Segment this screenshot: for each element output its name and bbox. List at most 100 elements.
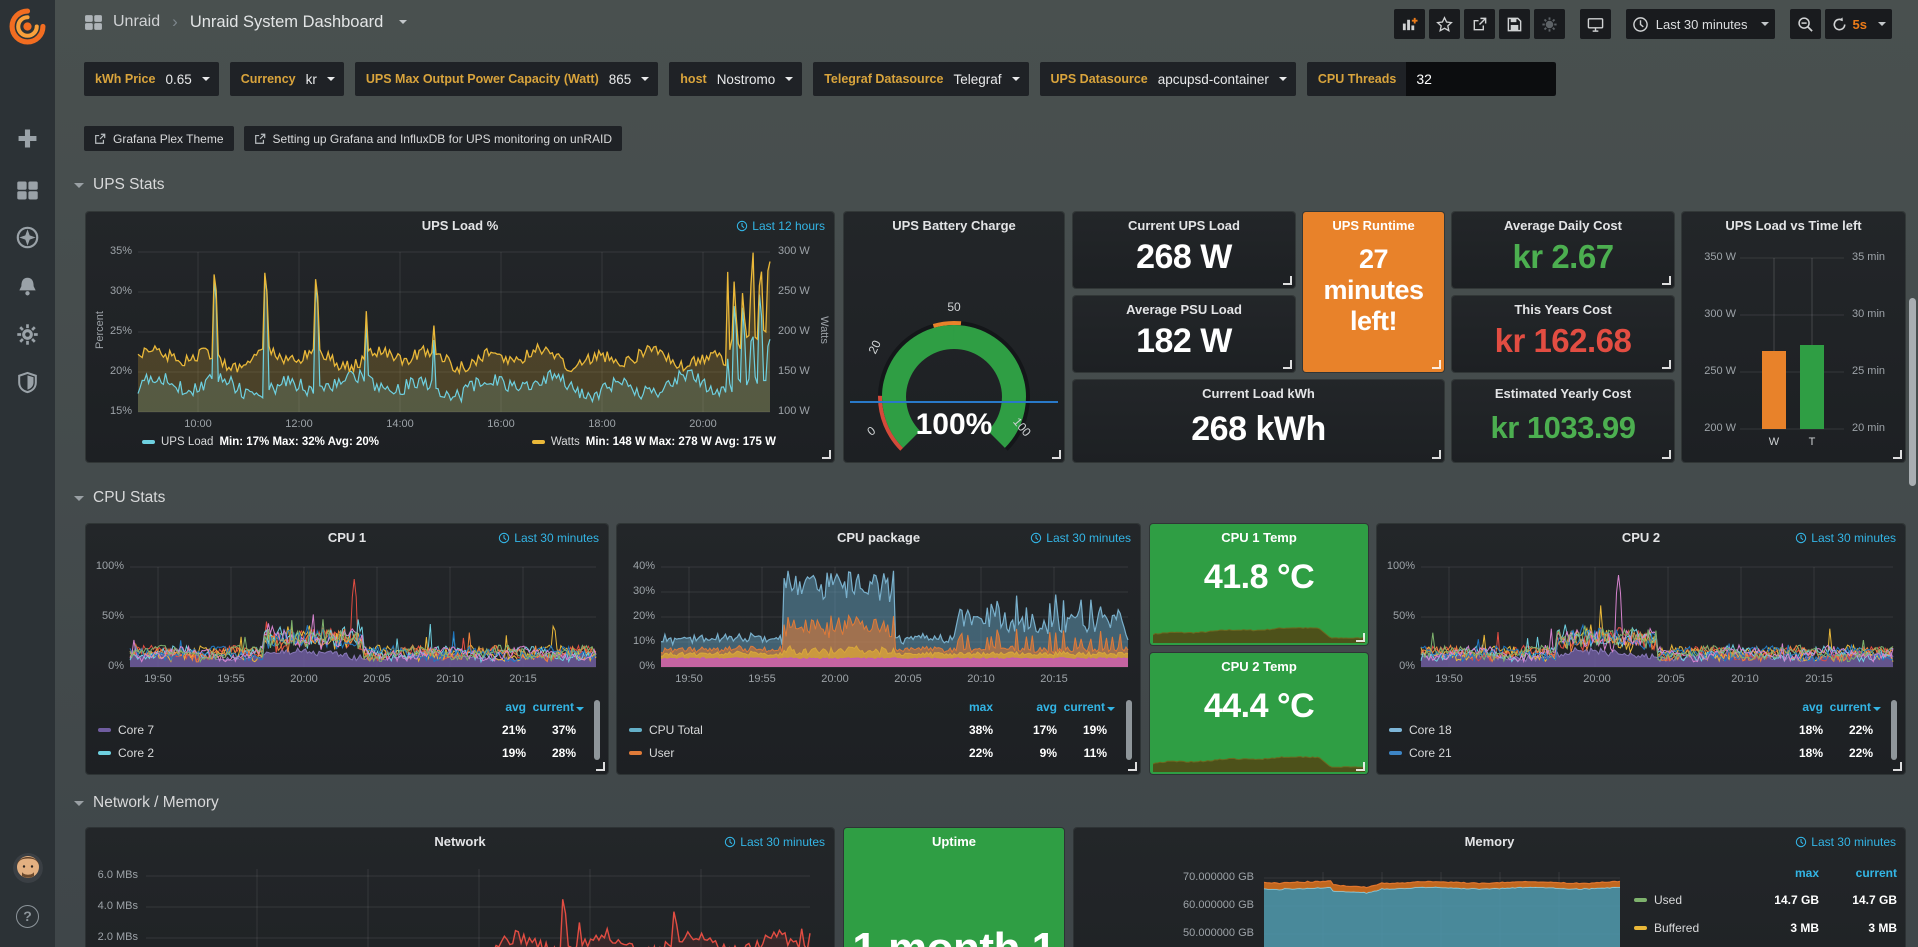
help-icon[interactable]: ?	[16, 905, 39, 928]
alerting-bell-icon[interactable]	[16, 275, 39, 298]
stat-value: 27 minutes left!	[1303, 244, 1444, 337]
add-panel-button[interactable]	[1394, 9, 1425, 39]
x-tick: 19:55	[209, 673, 253, 685]
breadcrumb-folder[interactable]: Unraid	[113, 13, 160, 31]
panel-title[interactable]: UPS Load vs Time left	[1682, 218, 1905, 233]
legend-watts[interactable]: Watts Min: 148 W Max: 278 W Avg: 175 W	[532, 436, 776, 448]
legend-scrollbar[interactable]	[1126, 700, 1132, 760]
panel-time-range[interactable]: Last 30 minutes	[724, 835, 825, 849]
panel-time-range[interactable]: Last 30 minutes	[1030, 531, 1131, 545]
legend-col-current[interactable]: current	[1827, 866, 1897, 880]
panel-title[interactable]: Uptime	[844, 834, 1064, 849]
top-navbar: Unraid › Unraid System Dashboard	[55, 0, 1918, 48]
panel-title[interactable]: This Years Cost	[1452, 302, 1674, 317]
legend-col-avg[interactable]: avg	[476, 700, 526, 714]
configuration-gear-icon[interactable]	[16, 323, 39, 346]
panel-title[interactable]: UPS Battery Charge	[844, 218, 1064, 233]
dashboard-dropdown-caret[interactable]	[399, 20, 407, 24]
section-ups-stats[interactable]: UPS Stats	[74, 176, 165, 194]
legend-ups-load[interactable]: UPS Load Min: 17% Max: 32% Avg: 20%	[142, 436, 379, 448]
panel-time-range[interactable]: Last 30 minutes	[498, 531, 599, 545]
admin-shield-icon[interactable]	[16, 371, 39, 394]
legend-name[interactable]: Core 21	[1409, 746, 1452, 760]
legend-name[interactable]: Buffered	[1654, 921, 1699, 935]
save-button[interactable]	[1499, 9, 1530, 39]
cycle-view-button[interactable]	[1580, 9, 1611, 39]
clock-icon	[1030, 532, 1042, 544]
x-tick: 20:10	[959, 673, 1003, 685]
panel-title[interactable]: UPS Load %	[86, 218, 834, 233]
panel-title[interactable]: Average Daily Cost	[1452, 218, 1674, 233]
legend-col-current[interactable]: current	[1059, 700, 1115, 714]
settings-button[interactable]	[1534, 9, 1565, 39]
zoom-out-button[interactable]	[1790, 9, 1821, 39]
legend-col-avg[interactable]: avg	[1009, 700, 1057, 714]
legend-col-avg[interactable]: avg	[1773, 700, 1823, 714]
cpu-threads-input[interactable]	[1406, 62, 1556, 96]
grafana-logo-icon[interactable]	[9, 8, 46, 45]
link-label: Setting up Grafana and InfluxDB for UPS …	[273, 132, 613, 146]
panel-title[interactable]: Estimated Yearly Cost	[1452, 386, 1674, 401]
variable-host[interactable]: hostNostromo	[669, 62, 802, 96]
legend-avg: 9%	[1009, 746, 1057, 760]
legend-scrollbar[interactable]	[1891, 700, 1897, 760]
x-tick: 20:15	[1797, 673, 1841, 685]
create-icon[interactable]	[16, 127, 39, 150]
legend-name[interactable]: CPU Total	[649, 723, 703, 737]
link-label: Grafana Plex Theme	[113, 132, 224, 146]
section-cpu-stats[interactable]: CPU Stats	[74, 489, 165, 507]
legend-scrollbar[interactable]	[594, 700, 600, 760]
chevron-down-icon	[74, 801, 84, 806]
panel-time-range[interactable]: Last 12 hours	[736, 219, 825, 233]
panel-title[interactable]: CPU 1 Temp	[1150, 530, 1368, 545]
variable-ups-datasource[interactable]: UPS Datasourceapcupsd-container	[1040, 62, 1296, 96]
panel-title[interactable]: Average PSU Load	[1073, 302, 1295, 317]
x-tick: 20:10	[428, 673, 472, 685]
panel-title[interactable]: UPS Runtime	[1303, 218, 1444, 233]
star-button[interactable]	[1429, 9, 1460, 39]
variable-label: host	[669, 72, 716, 86]
legend-col-max[interactable]: max	[947, 700, 993, 714]
dashboards-icon[interactable]	[16, 179, 39, 202]
y-tick-right: 35 min	[1852, 251, 1902, 263]
panel-time-range[interactable]: Last 30 minutes	[1795, 835, 1896, 849]
legend-col-max[interactable]: max	[1759, 866, 1819, 880]
panel-title[interactable]: CPU 2 Temp	[1150, 659, 1368, 674]
variable-label: UPS Max Output Power Capacity (Watt)	[355, 72, 609, 86]
y-tick: 0%	[619, 660, 655, 672]
panel-current-ups-load: Current UPS Load 268 W	[1073, 212, 1295, 288]
y-tick: 100%	[88, 560, 124, 572]
variable-kwh-price[interactable]: kWh Price0.65	[84, 62, 219, 96]
dashboard-grid-icon[interactable]	[84, 13, 103, 32]
variable-ups-max-power[interactable]: UPS Max Output Power Capacity (Watt)865	[355, 62, 658, 96]
legend-name[interactable]: Core 2	[118, 746, 154, 760]
page-title[interactable]: Unraid System Dashboard	[190, 13, 384, 32]
panel-time-range[interactable]: Last 30 minutes	[1795, 531, 1896, 545]
variable-currency[interactable]: Currencykr	[230, 62, 344, 96]
gauge-tick: 50	[929, 300, 979, 314]
legend-col-current[interactable]: current	[1825, 700, 1881, 714]
panel-cpu-package: CPU package Last 30 minutes 40% 30% 20% …	[617, 524, 1140, 774]
legend-name[interactable]: User	[649, 746, 674, 760]
legend-current: 22%	[1821, 723, 1873, 737]
legend-name[interactable]: Used	[1654, 893, 1682, 907]
panel-this-years-cost: This Years Cost kr 162.68	[1452, 296, 1674, 372]
variable-value: Nostromo	[717, 72, 784, 87]
time-range-picker[interactable]: Last 30 minutes	[1626, 9, 1775, 39]
variable-telegraf-datasource[interactable]: Telegraf DatasourceTelegraf	[813, 62, 1028, 96]
panel-title[interactable]: Current Load kWh	[1073, 386, 1444, 401]
page-scrollbar[interactable]	[1909, 298, 1916, 486]
legend-name[interactable]: Core 18	[1409, 723, 1452, 737]
user-avatar[interactable]	[13, 853, 43, 883]
panel-title[interactable]: Current UPS Load	[1073, 218, 1295, 233]
legend-col-current[interactable]: current	[528, 700, 584, 714]
panel-title[interactable]: Network	[86, 834, 834, 849]
section-network-memory[interactable]: Network / Memory	[74, 794, 219, 812]
link-grafana-plex-theme[interactable]: Grafana Plex Theme	[84, 126, 234, 151]
link-ups-monitoring-guide[interactable]: Setting up Grafana and InfluxDB for UPS …	[244, 126, 623, 151]
explore-compass-icon[interactable]	[16, 226, 39, 249]
refresh-picker[interactable]: 5s	[1825, 9, 1892, 39]
legend-name[interactable]: Core 7	[118, 723, 154, 737]
panel-title[interactable]: Memory	[1074, 834, 1905, 849]
share-button[interactable]	[1464, 9, 1495, 39]
